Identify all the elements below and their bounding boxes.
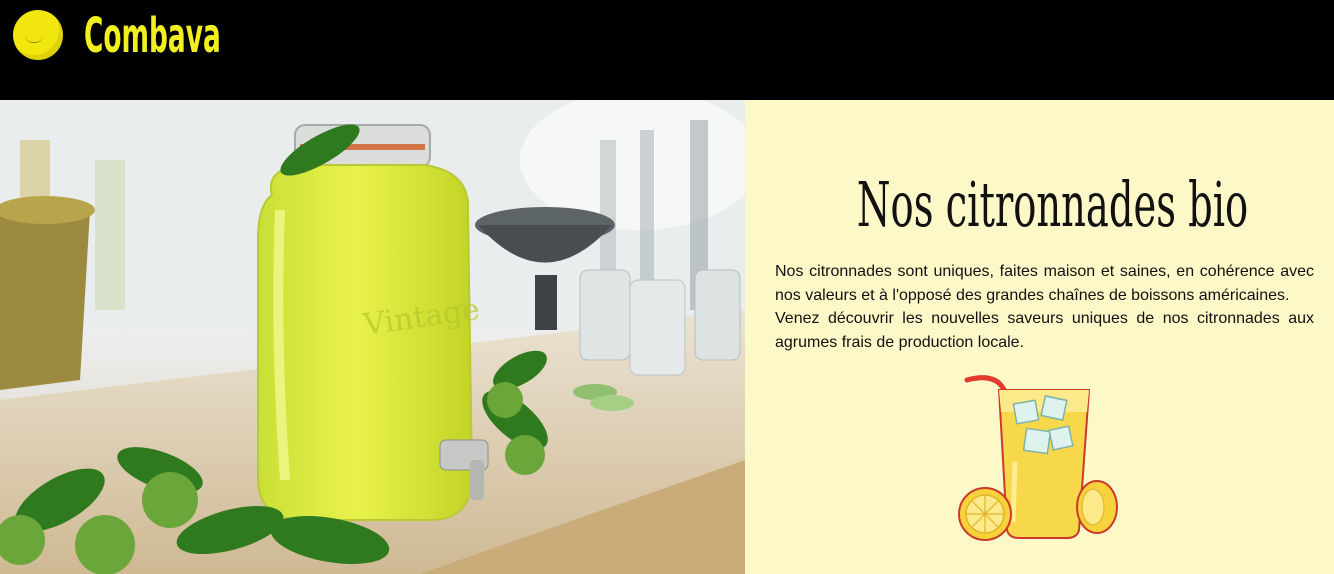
page-title: Nos citronnades bio — [856, 168, 1249, 241]
description-paragraph-2: Venez découvrir les nouvelles saveurs un… — [775, 310, 1314, 351]
hero-photo: Vintage — [0, 100, 745, 574]
content-panel: Nos citronnades bio Nos citronnades sont… — [745, 100, 1334, 574]
description: Nos citronnades sont uniques, faites mai… — [775, 260, 1314, 354]
description-paragraph-1: Nos citronnades sont uniques, faites mai… — [775, 263, 1314, 304]
lemon-logo-icon[interactable] — [13, 10, 63, 60]
lemonade-dispenser-photo: Vintage — [0, 100, 745, 574]
lemonade-glass-icon — [958, 375, 1118, 541]
site-header: Combava — [0, 0, 1334, 100]
brand-name[interactable]: Combava — [84, 8, 221, 64]
